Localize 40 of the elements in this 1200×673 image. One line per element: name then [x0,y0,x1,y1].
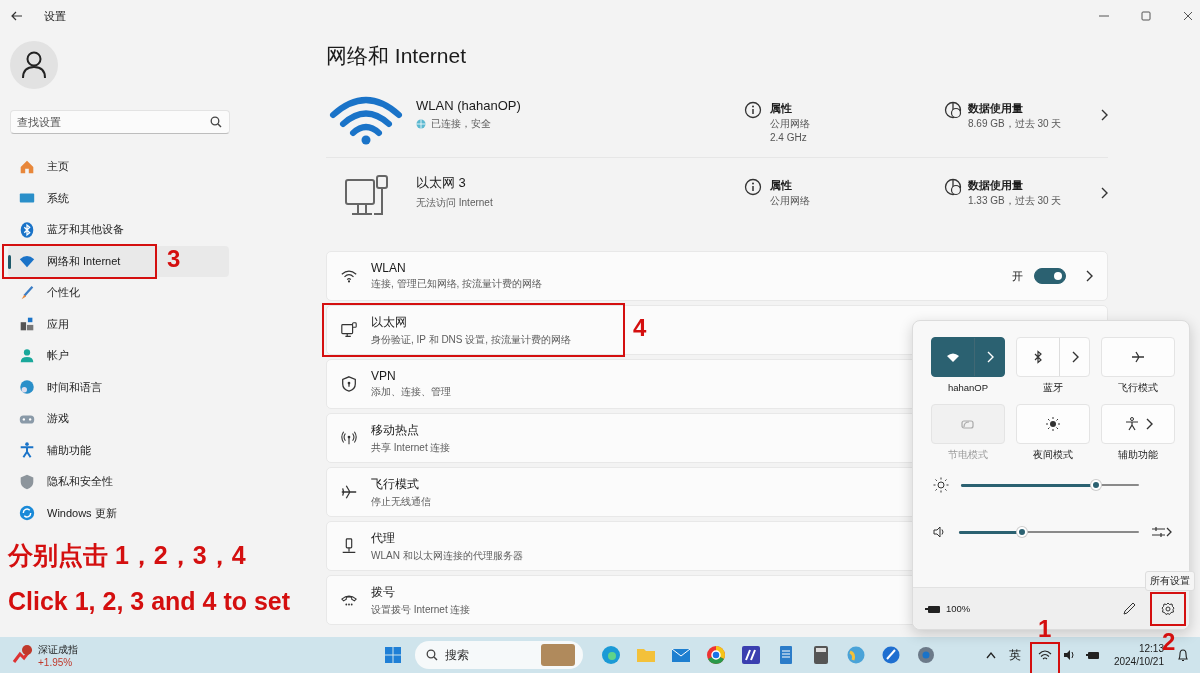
stock-name: 深证成指 [38,642,78,657]
connection-status: 无法访问 Internet [416,195,493,210]
setting-description: 添加、连接、管理 [371,385,451,399]
connection-status: 已连接，安全 [431,116,491,131]
setting-title: 代理 [371,529,395,547]
setting-title: VPN [371,369,396,383]
setting-title: 移动热点 [371,421,419,439]
stock-change: +1.95% [38,656,73,668]
setting-title: 以太网 [371,313,407,331]
setting-description: WLAN 和以太网连接的代理服务器 [371,548,523,563]
property-value: 公用网络 [770,117,810,131]
property-value: 公用网络 [770,194,810,208]
tile-label: 蓝牙 [1043,382,1063,394]
tooltip: 所有设置 [1145,571,1195,591]
setting-title: 拨号 [371,583,395,601]
setting-title: 飞行模式 [371,475,419,493]
setting-description: 停止无线通信 [371,494,431,509]
connection-name: 以太网 3 [416,173,466,192]
setting-title: WLAN [371,261,406,275]
instruction-text: Click 1, 2, 3 and 4 to set [8,586,291,616]
annotation-number: 4 [633,314,647,342]
data-usage-value: 1.33 GB，过去 30 天 [968,194,1062,208]
instruction-text: 分别点击 1，2，3，4 [8,540,246,570]
data-usage-value: 8.69 GB，过去 30 天 [968,117,1062,131]
window-title: 设置 [44,8,66,24]
tile-label: 夜间模式 [1033,449,1073,461]
setting-description: 身份验证, IP 和 DNS 设置, 按流量计费的网络 [371,332,571,347]
property-value: 2.4 GHz [770,132,807,143]
connection-name: WLAN (hahanOP) [416,97,521,113]
tile-label: 辅助功能 [1118,449,1158,461]
tile-label: 飞行模式 [1118,382,1158,394]
battery-percentage: 100% [946,603,971,614]
page-title: 网络和 Internet [326,43,467,69]
annotation-number: 3 [167,244,181,273]
tile-label: 节电模式 [948,449,988,461]
setting-description: 设置拨号 Internet 连接 [371,602,471,617]
setting-description: 共享 Internet 连接 [371,440,451,455]
tile-label: hahanOP [947,382,989,394]
setting-description: 连接, 管理已知网络, 按流量计费的网络 [371,277,543,291]
toggle-state-label: 开 [1012,268,1023,284]
